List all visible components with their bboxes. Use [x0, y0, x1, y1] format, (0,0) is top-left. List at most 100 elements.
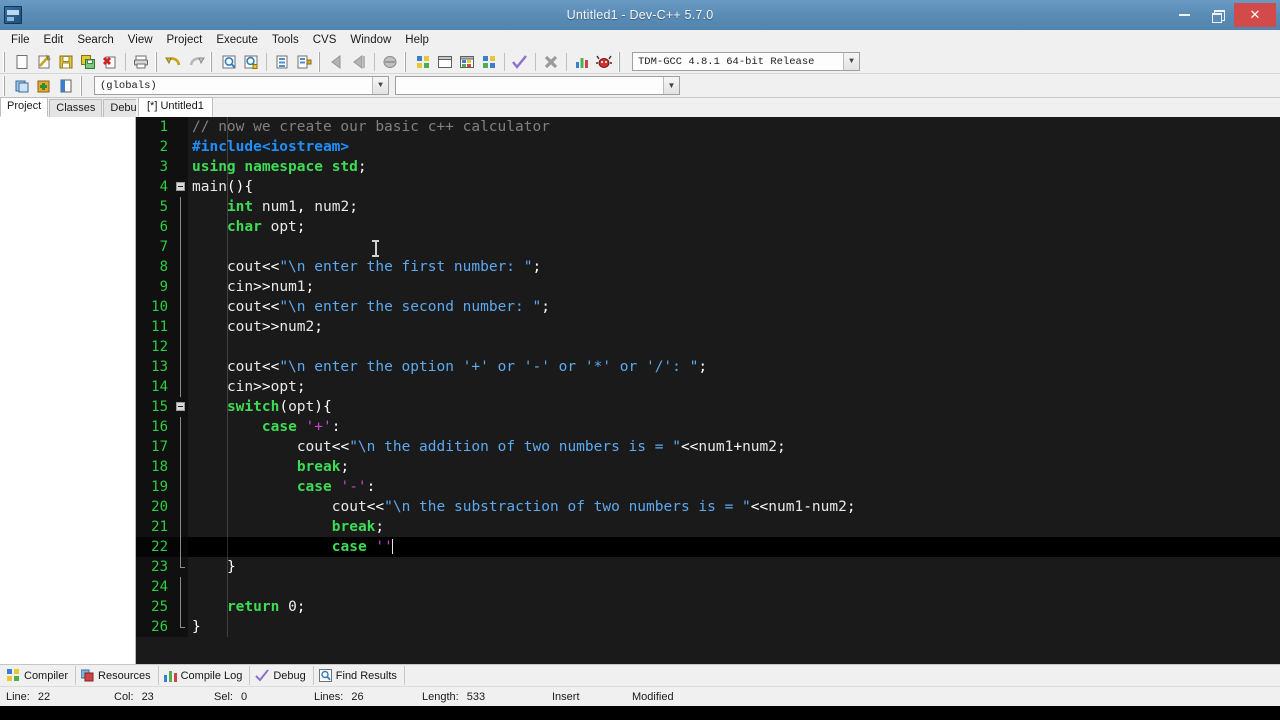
fold-column[interactable] [174, 117, 188, 137]
fold-column[interactable] [174, 617, 188, 637]
code-line[interactable]: 7 [136, 237, 1280, 257]
fold-column[interactable] [174, 477, 188, 497]
fold-column[interactable] [174, 237, 188, 257]
profile-icon[interactable] [571, 51, 593, 73]
insert-snippet-icon[interactable] [11, 75, 33, 97]
bottom-tab-compile-log[interactable]: Compile Log [159, 666, 251, 685]
chevron-down-icon[interactable]: ▼ [372, 77, 388, 94]
toolbar-grip-5[interactable] [403, 51, 410, 72]
redo-icon[interactable] [185, 51, 207, 73]
globals-select[interactable]: (globals) ▼ [94, 76, 389, 95]
toolbar-grip-2[interactable] [154, 51, 161, 72]
code-editor[interactable]: 1 // now we create our basic c++ calculat… [136, 117, 1280, 664]
fold-collapse-icon[interactable] [176, 182, 185, 191]
save-file-icon[interactable] [55, 51, 77, 73]
code-line[interactable]: 21 break; [136, 517, 1280, 537]
new-file-icon[interactable] [11, 51, 33, 73]
fold-column[interactable] [174, 537, 188, 557]
fold-column[interactable] [174, 137, 188, 157]
code-line[interactable]: 5 int num1, num2; [136, 197, 1280, 217]
menu-search[interactable]: Search [70, 31, 120, 49]
code-line[interactable]: 13 cout<<"\n enter the option '+' or '-'… [136, 357, 1280, 377]
menu-window[interactable]: Window [343, 31, 398, 49]
menu-file[interactable]: File [4, 31, 37, 49]
code-line[interactable]: 16 case '+': [136, 417, 1280, 437]
code-line[interactable]: 2 #include<iostream> [136, 137, 1280, 157]
add-to-project-icon[interactable] [33, 75, 55, 97]
fold-column[interactable] [174, 437, 188, 457]
fold-column[interactable] [174, 317, 188, 337]
undo-icon[interactable] [163, 51, 185, 73]
toolbar-grip-8[interactable] [79, 75, 86, 96]
code-line[interactable]: 6 char opt; [136, 217, 1280, 237]
chevron-down-icon[interactable]: ▼ [843, 53, 859, 70]
code-line[interactable]: 17 cout<<"\n the addition of two numbers… [136, 437, 1280, 457]
toggle-breakpoint-icon[interactable] [379, 51, 401, 73]
print-icon[interactable] [130, 51, 152, 73]
toggle-panel-icon[interactable] [55, 75, 77, 97]
code-line[interactable]: 19 case '-': [136, 477, 1280, 497]
menu-help[interactable]: Help [398, 31, 436, 49]
toolbar-grip-3[interactable] [209, 51, 216, 72]
bottom-tab-find-results[interactable]: Find Results [314, 666, 405, 685]
fold-column[interactable] [174, 557, 188, 577]
tab-classes[interactable]: Classes [49, 99, 103, 117]
menu-cvs[interactable]: CVS [306, 31, 344, 49]
code-line[interactable]: 14 cin>>opt; [136, 377, 1280, 397]
project-tree[interactable] [0, 117, 135, 663]
fold-column[interactable] [174, 497, 188, 517]
step-forward-icon[interactable] [348, 51, 370, 73]
bottom-tab-resources[interactable]: Resources [76, 666, 159, 685]
debug-icon[interactable] [593, 51, 615, 73]
code-line[interactable]: 20 cout<<"\n the substraction of two num… [136, 497, 1280, 517]
fold-column[interactable] [174, 517, 188, 537]
close-button[interactable]: ✕ [1234, 3, 1276, 27]
bottom-tab-compiler[interactable]: Compiler [2, 666, 77, 685]
chevron-down-icon[interactable]: ▼ [663, 77, 679, 94]
toolbar-grip-4[interactable] [317, 51, 324, 72]
restore-button[interactable] [1201, 4, 1233, 26]
rebuild-all-icon[interactable] [478, 51, 500, 73]
toolbar-grip-6[interactable] [617, 51, 624, 72]
goto-function-icon[interactable] [293, 51, 315, 73]
code-line[interactable]: 24 [136, 577, 1280, 597]
compiler-select[interactable]: TDM-GCC 4.8.1 64-bit Release ▼ [632, 52, 860, 71]
menu-tools[interactable]: Tools [265, 31, 306, 49]
compile-icon[interactable] [412, 51, 434, 73]
fold-column[interactable] [174, 157, 188, 177]
fold-column[interactable] [174, 337, 188, 357]
menu-edit[interactable]: Edit [37, 31, 71, 49]
menu-view[interactable]: View [121, 31, 160, 49]
fold-column[interactable] [174, 377, 188, 397]
code-line[interactable]: 12 [136, 337, 1280, 357]
fold-column[interactable] [174, 177, 188, 197]
code-line[interactable]: 3 using namespace std; [136, 157, 1280, 177]
menu-execute[interactable]: Execute [209, 31, 265, 49]
run-icon[interactable] [434, 51, 456, 73]
code-line[interactable]: 23 } [136, 557, 1280, 577]
code-line[interactable]: 8 cout<<"\n enter the first number: "; [136, 257, 1280, 277]
code-line[interactable]: 4 main(){ [136, 177, 1280, 197]
save-all-icon[interactable] [77, 51, 99, 73]
code-line[interactable]: 11 cout>>num2; [136, 317, 1280, 337]
fold-column[interactable] [174, 217, 188, 237]
tab-project[interactable]: Project [0, 97, 49, 117]
fold-column[interactable] [174, 597, 188, 617]
stop-execution-icon[interactable] [540, 51, 562, 73]
close-file-icon[interactable] [99, 51, 121, 73]
symbol-select[interactable]: ▼ [395, 76, 680, 95]
fold-column[interactable] [174, 277, 188, 297]
fold-column[interactable] [174, 357, 188, 377]
open-file-icon[interactable] [33, 51, 55, 73]
toolbar-grip-7[interactable] [2, 75, 9, 96]
fold-column[interactable] [174, 577, 188, 597]
bottom-tab-debug[interactable]: Debug [250, 666, 314, 685]
fold-column[interactable] [174, 197, 188, 217]
toolbar-grip[interactable] [2, 51, 9, 72]
replace-icon[interactable] [240, 51, 262, 73]
minimize-button[interactable] [1168, 4, 1200, 26]
fold-column[interactable] [174, 397, 188, 417]
step-back-icon[interactable] [326, 51, 348, 73]
fold-collapse-icon[interactable] [176, 402, 185, 411]
compile-run-icon[interactable] [456, 51, 478, 73]
